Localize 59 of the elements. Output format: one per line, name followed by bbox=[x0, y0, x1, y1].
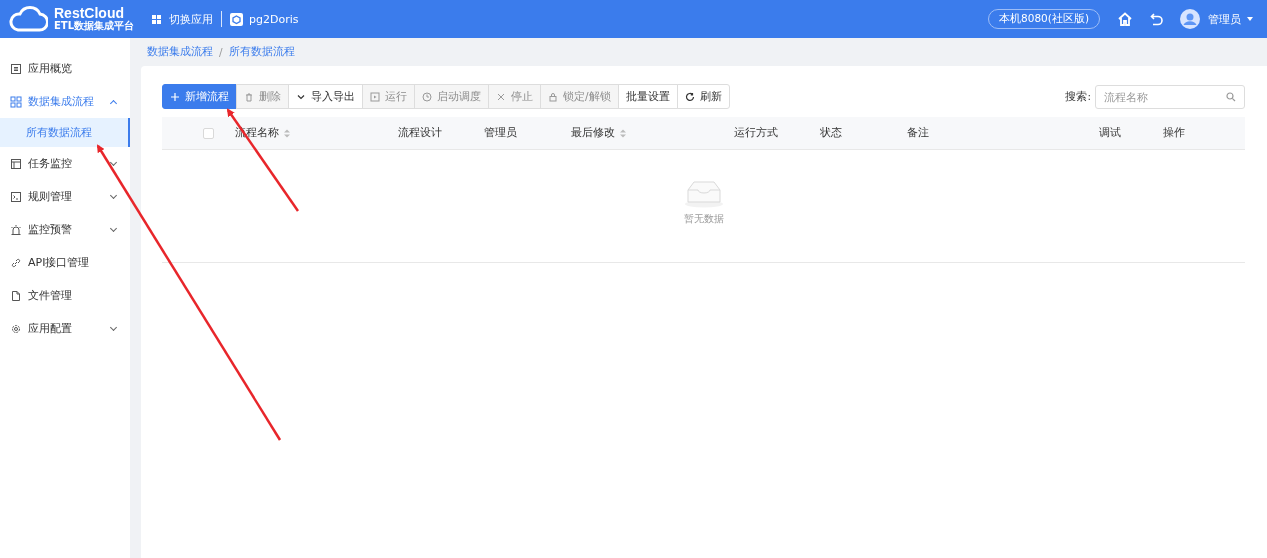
document-icon bbox=[10, 62, 22, 75]
checkbox[interactable] bbox=[203, 127, 214, 139]
logo-subtitle: ETL数据集成平台 bbox=[54, 20, 135, 32]
undo-icon[interactable] bbox=[1150, 12, 1164, 26]
link-icon bbox=[10, 256, 22, 269]
cloud-logo-icon bbox=[8, 6, 48, 32]
search-icon bbox=[1226, 91, 1236, 102]
search-label: 搜索: bbox=[1065, 89, 1091, 104]
trash-icon bbox=[244, 91, 254, 102]
switch-app-button[interactable]: 切换应用 bbox=[152, 11, 214, 27]
sidebar-subitem[interactable]: 所有数据流程 bbox=[0, 118, 130, 147]
empty-box-icon bbox=[683, 180, 724, 208]
cube-icon bbox=[230, 12, 244, 26]
empty-text: 暂无数据 bbox=[683, 212, 724, 226]
search-field[interactable]: 流程名称 bbox=[1095, 84, 1245, 109]
window-icon bbox=[10, 157, 22, 170]
toolbar-button[interactable]: 导入导出 bbox=[288, 84, 363, 109]
sidebar-item[interactable]: 应用概览 bbox=[0, 52, 130, 85]
caret-icon[interactable] bbox=[1247, 17, 1253, 21]
sidebar-item[interactable]: 规则管理 bbox=[0, 180, 130, 213]
grid-icon bbox=[10, 95, 22, 108]
alarm-icon bbox=[10, 223, 22, 236]
settings-icon bbox=[10, 322, 22, 335]
breadcrumb-link[interactable]: 数据集成流程 bbox=[147, 45, 213, 59]
column-header: 备注 bbox=[907, 126, 929, 140]
sidebar-item[interactable]: API接口管理 bbox=[0, 246, 130, 279]
column-header: 流程设计 bbox=[398, 126, 442, 140]
user-menu[interactable]: 管理员 bbox=[1208, 11, 1241, 27]
clock-icon bbox=[422, 91, 432, 102]
toolbar-button[interactable]: 新增流程 bbox=[162, 84, 237, 109]
terminal-icon bbox=[10, 190, 22, 203]
breadcrumb-separator: / bbox=[219, 46, 223, 58]
file-icon bbox=[10, 289, 22, 302]
sort-icon[interactable] bbox=[620, 128, 626, 138]
toolbar-button[interactable]: 批量设置 bbox=[617, 84, 678, 109]
sidebar-item[interactable]: 任务监控 bbox=[0, 147, 130, 180]
breadcrumb-link[interactable]: 所有数据流程 bbox=[228, 45, 295, 59]
sidebar-item[interactable]: 监控预警 bbox=[0, 213, 130, 246]
avatar-icon[interactable] bbox=[1180, 9, 1200, 29]
column-header: 操作 bbox=[1163, 126, 1185, 140]
close-icon bbox=[496, 91, 506, 102]
logo-title: RestCloud bbox=[54, 6, 124, 20]
sidebar-item[interactable]: 数据集成流程 bbox=[0, 85, 130, 118]
column-header: 运行方式 bbox=[734, 126, 778, 140]
play-icon bbox=[370, 91, 380, 102]
column-header: 管理员 bbox=[484, 126, 517, 140]
lock-icon bbox=[548, 91, 558, 102]
app-name: pg2Doris bbox=[249, 12, 299, 26]
sidebar-item[interactable]: 应用配置 bbox=[0, 312, 130, 345]
grid-icon bbox=[152, 14, 162, 24]
sidebar-item[interactable]: 文件管理 bbox=[0, 279, 130, 312]
sort-icon[interactable] bbox=[284, 128, 290, 138]
column-header: 调试 bbox=[1099, 126, 1121, 140]
home-icon[interactable] bbox=[1118, 12, 1132, 26]
refresh-icon bbox=[684, 91, 695, 102]
toolbar-button[interactable]: 刷新 bbox=[676, 84, 730, 109]
column-header: 最后修改 bbox=[571, 126, 615, 140]
plus-icon bbox=[170, 91, 180, 102]
column-header: 状态 bbox=[820, 126, 842, 140]
